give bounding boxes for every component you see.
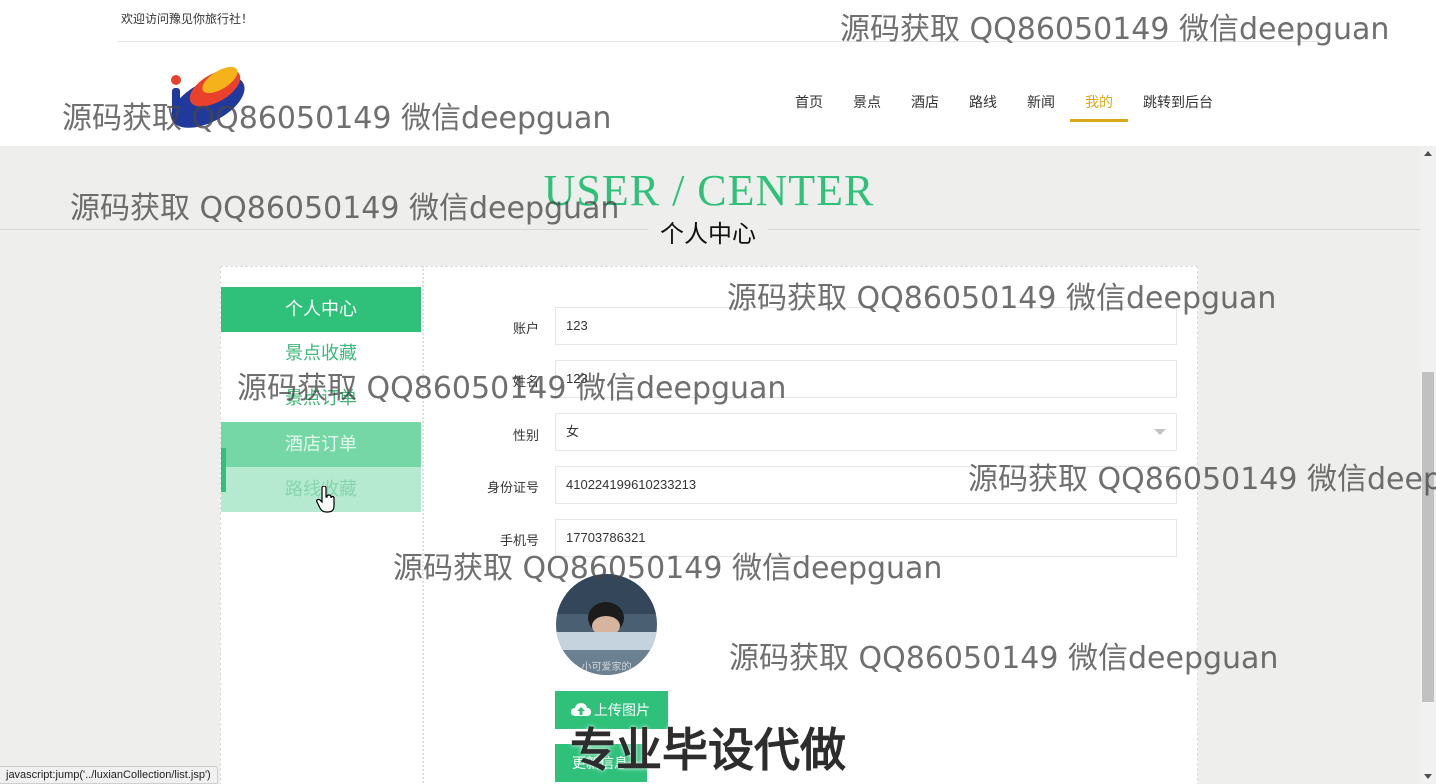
scrollbar-thumb[interactable] (1422, 372, 1434, 702)
nav-attractions[interactable]: 景点 (838, 82, 896, 122)
header-divider (118, 41, 1318, 42)
sidebar-item-hotel-orders[interactable]: 酒店订单 (221, 422, 421, 467)
scroll-up-arrow-icon[interactable] (1424, 151, 1432, 156)
scroll-down-arrow-icon[interactable] (1424, 774, 1432, 779)
sidebar-item-attraction-favorites[interactable]: 景点收藏 (221, 331, 421, 376)
sidebar: 个人中心 景点收藏 景点订单 酒店订单 路线收藏 (220, 266, 424, 784)
avatar-caption: 小可爱家的 (581, 662, 632, 673)
account-label: 账户 (512, 321, 539, 336)
welcome-text: 欢迎访问豫见你旅行社！ (121, 12, 254, 26)
cloud-upload-icon (571, 702, 591, 716)
sidebar-hover-marker (221, 448, 226, 492)
name-field[interactable]: 123 (555, 360, 1177, 398)
nav-mine[interactable]: 我的 (1070, 82, 1128, 122)
sidebar-item-attraction-orders[interactable]: 景点订单 (221, 376, 421, 421)
name-label: 姓名 (512, 374, 539, 389)
idcard-field[interactable]: 410224199610233213 (555, 466, 1177, 504)
phone-label: 手机号 (499, 533, 539, 548)
chevron-down-icon (1154, 429, 1166, 435)
upload-image-label: 上传图片 (594, 702, 650, 718)
gender-value: 女 (566, 424, 580, 439)
phone-field[interactable]: 17703786321 (555, 519, 1177, 557)
gender-select[interactable]: 女 (555, 413, 1177, 451)
nav-news[interactable]: 新闻 (1012, 82, 1070, 122)
site-header: 欢迎访问豫见你旅行社！ 首页 景点 酒店 路线 新闻 我的 跳转到后台 (0, 0, 1436, 146)
account-field[interactable]: 123 (555, 307, 1177, 345)
nav-home[interactable]: 首页 (780, 82, 838, 122)
logo-icon[interactable] (160, 58, 252, 130)
section-title-en: USER / CENTER (543, 166, 875, 215)
idcard-label: 身份证号 (486, 480, 539, 495)
nav-admin[interactable]: 跳转到后台 (1128, 82, 1228, 122)
update-info-button[interactable]: 更新信息 (555, 744, 647, 782)
hand-cursor-icon (316, 486, 335, 513)
main-nav: 首页 景点 酒店 路线 新闻 我的 跳转到后台 (780, 82, 1228, 122)
nav-routes[interactable]: 路线 (954, 82, 1012, 122)
avatar: 小可爱家的 (556, 574, 657, 675)
section-title-cn: 个人中心 (648, 214, 768, 249)
browser-status-bar: javascript:jump('../luxianCollection/lis… (0, 766, 218, 784)
gender-label: 性别 (512, 428, 539, 443)
upload-image-button[interactable]: 上传图片 (555, 691, 668, 729)
nav-hotels[interactable]: 酒店 (896, 82, 954, 122)
sidebar-item-user-center[interactable]: 个人中心 (221, 287, 421, 332)
